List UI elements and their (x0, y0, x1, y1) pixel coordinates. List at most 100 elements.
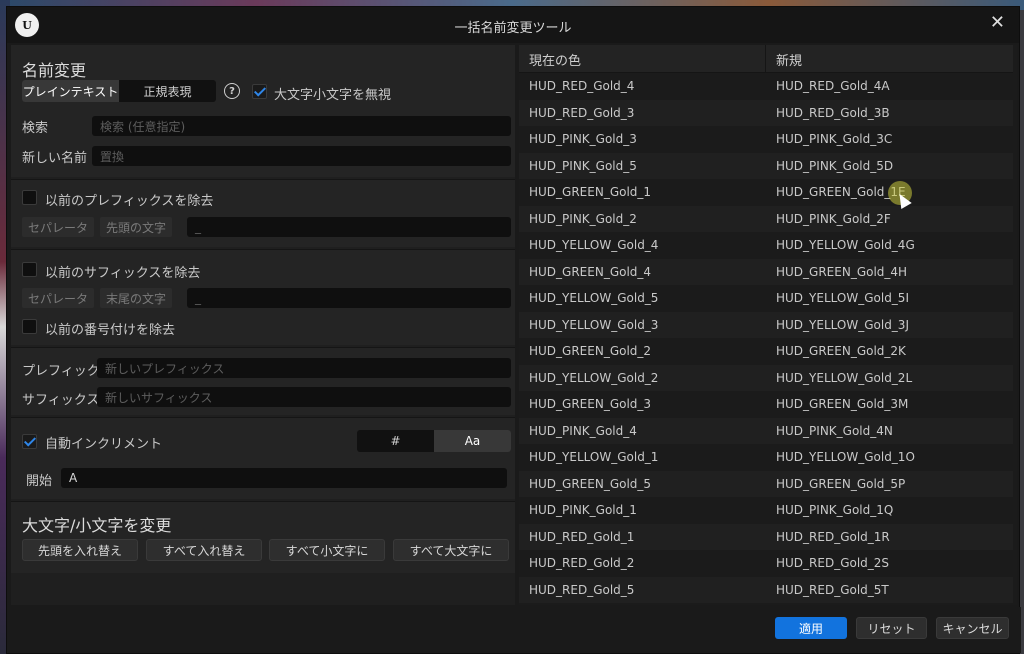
current-name-cell: HUD_GREEN_Gold_2 (529, 344, 652, 359)
new-name-cell: HUD_YELLOW_Gold_2L (776, 370, 913, 385)
remove-prefix-label: 以前のプレフィックスを除去 (45, 194, 214, 209)
search-label: 検索 (22, 121, 49, 136)
table-row[interactable]: HUD_PINK_Gold_3 HUD_PINK_Gold_3C (519, 126, 1013, 153)
new-name-cell: HUD_PINK_Gold_5D (776, 158, 894, 173)
column-current[interactable]: 現在の色 (519, 45, 766, 73)
current-name-cell: HUD_PINK_Gold_4 (529, 423, 637, 438)
prefix-input[interactable]: 新しいプレフィックス (97, 358, 511, 378)
table-row[interactable]: HUD_RED_Gold_4 HUD_RED_Gold_4A (519, 73, 1013, 100)
mode-alpha[interactable]: Aa (434, 430, 511, 452)
table-row[interactable]: HUD_PINK_Gold_1 HUD_PINK_Gold_1Q (519, 497, 1013, 524)
dialog-footer: 適用 リセット キャンセル (7, 607, 1021, 653)
new-name-cell: HUD_RED_Gold_1R (776, 529, 890, 544)
table-row[interactable]: HUD_PINK_Gold_5 HUD_PINK_Gold_5D (519, 152, 1013, 179)
suffix-input[interactable]: 新しいサフィックス (97, 387, 511, 407)
ignore-case-label: 大文字小文字を無視 (274, 88, 392, 103)
table-row[interactable]: HUD_PINK_Gold_2 HUD_PINK_Gold_2F (519, 205, 1013, 232)
increment-section: 自動インクリメント # Aa 開始 A (11, 417, 515, 499)
uppercase-button[interactable]: すべて大文字に (393, 539, 509, 561)
new-name-label: 新しい名前 (22, 151, 88, 166)
new-name-cell: HUD_RED_Gold_4A (776, 79, 890, 94)
table-row[interactable]: HUD_YELLOW_Gold_1 HUD_YELLOW_Gold_1O (519, 444, 1013, 471)
prefix-position-tag[interactable]: 先頭の文字 (100, 217, 173, 237)
table-row[interactable]: HUD_YELLOW_Gold_2 HUD_YELLOW_Gold_2L (519, 364, 1013, 391)
apply-button[interactable]: 適用 (775, 617, 847, 639)
new-name-cell: HUD_GREEN_Gold_3M (776, 397, 909, 412)
mode-regex[interactable]: 正規表現 (119, 80, 216, 102)
search-input[interactable]: 検索 (任意指定) (92, 116, 511, 136)
current-name-cell: HUD_GREEN_Gold_5 (529, 476, 652, 491)
current-name-cell: HUD_YELLOW_Gold_4 (529, 238, 659, 253)
table-row[interactable]: HUD_PINK_Gold_4 HUD_PINK_Gold_4N (519, 417, 1013, 444)
start-label: 開始 (26, 474, 53, 489)
new-name-cell: HUD_PINK_Gold_3C (776, 132, 893, 147)
new-name-cell: HUD_GREEN_Gold_4H (776, 264, 908, 279)
suffix-remove-section: 以前のサフィックスを除去 セパレータ 末尾の文字 _ 以前の番号付けを除去 (11, 249, 515, 345)
table-row[interactable]: HUD_RED_Gold_5 HUD_RED_Gold_5T (519, 576, 1013, 603)
preview-table-header: 現在の色 新規 (519, 45, 1013, 73)
case-title: 大文字/小文字を変更 (22, 516, 172, 535)
current-name-cell: HUD_RED_Gold_1 (529, 529, 635, 544)
window-title: 一括名前変更ツール (454, 21, 572, 36)
suffix-label: サフィックス (22, 393, 100, 408)
table-row[interactable]: HUD_RED_Gold_2 HUD_RED_Gold_2S (519, 550, 1013, 577)
new-name-cell: HUD_PINK_Gold_2F (776, 211, 891, 226)
close-icon[interactable]: ✕ (990, 12, 1005, 33)
new-name-cell: HUD_YELLOW_Gold_4G (776, 238, 915, 253)
new-name-cell: HUD_RED_Gold_3B (776, 105, 890, 120)
swap-case-button[interactable]: すべて入れ替え (146, 539, 262, 561)
table-row[interactable]: HUD_GREEN_Gold_3 HUD_GREEN_Gold_3M (519, 391, 1013, 418)
remove-suffix-label: 以前のサフィックスを除去 (45, 266, 201, 281)
current-name-cell: HUD_YELLOW_Gold_2 (529, 370, 659, 385)
capitalize-button[interactable]: 先頭を入れ替え (22, 539, 138, 561)
table-row[interactable]: HUD_RED_Gold_1 HUD_RED_Gold_1R (519, 523, 1013, 550)
table-row[interactable]: HUD_YELLOW_Gold_3 HUD_YELLOW_Gold_3J (519, 311, 1013, 338)
suffix-separator-input[interactable]: _ (187, 288, 511, 308)
new-name-cell: HUD_PINK_Gold_4N (776, 423, 893, 438)
new-name-cell: HUD_GREEN_Gold_2K (776, 344, 906, 359)
table-row[interactable]: HUD_GREEN_Gold_1 HUD_GREEN_Gold_1E (519, 179, 1013, 206)
current-name-cell: HUD_PINK_Gold_2 (529, 211, 637, 226)
lowercase-button[interactable]: すべて小文字に (269, 539, 385, 561)
prefix-label: プレフィック. (22, 364, 104, 379)
new-name-cell: HUD_YELLOW_Gold_1O (776, 450, 915, 465)
table-row[interactable]: HUD_RED_Gold_3 HUD_RED_Gold_3B (519, 99, 1013, 126)
affix-section: プレフィック. 新しいプレフィックス サフィックス 新しいサフィックス (11, 347, 515, 415)
remove-numbering-checkbox[interactable] (22, 319, 37, 334)
new-name-cell: HUD_PINK_Gold_1Q (776, 503, 894, 518)
mode-plain-text[interactable]: プレインテキスト (22, 80, 119, 102)
search-mode-toggle: プレインテキスト 正規表現 (22, 80, 216, 102)
new-name-input[interactable]: 置換 (92, 146, 511, 166)
mode-numeric[interactable]: # (357, 430, 434, 452)
help-icon[interactable]: ? (224, 83, 240, 99)
current-name-cell: HUD_YELLOW_Gold_3 (529, 317, 659, 332)
current-name-cell: HUD_RED_Gold_2 (529, 556, 635, 571)
prefix-separator-input[interactable]: _ (187, 217, 511, 237)
suffix-separator-tag[interactable]: セパレータ (22, 288, 95, 308)
suffix-position-tag[interactable]: 末尾の文字 (100, 288, 173, 308)
start-input[interactable]: A (61, 468, 507, 488)
cancel-button[interactable]: キャンセル (936, 617, 1009, 639)
options-panel: 名前変更 プレインテキスト 正規表現 ? 大文字小文字を無視 検索 検索 (任意… (11, 45, 515, 605)
remove-prefix-checkbox[interactable] (22, 190, 37, 205)
current-name-cell: HUD_RED_Gold_3 (529, 105, 635, 120)
table-row[interactable]: HUD_GREEN_Gold_4 HUD_GREEN_Gold_4H (519, 258, 1013, 285)
reset-button[interactable]: リセット (856, 617, 927, 639)
current-name-cell: HUD_GREEN_Gold_3 (529, 397, 652, 412)
table-row[interactable]: HUD_YELLOW_Gold_5 HUD_YELLOW_Gold_5I (519, 285, 1013, 312)
remove-numbering-label: 以前の番号付けを除去 (45, 323, 176, 338)
table-row[interactable]: HUD_YELLOW_Gold_4 HUD_YELLOW_Gold_4G (519, 232, 1013, 259)
bulk-rename-dialog: U 一括名前変更ツール ✕ 名前変更 プレインテキスト 正規表現 ? 大文字小文… (6, 6, 1021, 654)
current-name-cell: HUD_YELLOW_Gold_1 (529, 450, 659, 465)
case-section: 大文字/小文字を変更 先頭を入れ替え すべて入れ替え すべて小文字に すべて大文… (11, 501, 515, 573)
new-name-cell: HUD_GREEN_Gold_1E (776, 185, 906, 200)
increment-mode-toggle: # Aa (357, 430, 511, 452)
table-row[interactable]: HUD_GREEN_Gold_5 HUD_GREEN_Gold_5P (519, 470, 1013, 497)
column-new[interactable]: 新規 (766, 45, 802, 73)
remove-suffix-checkbox[interactable] (22, 262, 37, 277)
new-name-cell: HUD_YELLOW_Gold_5I (776, 291, 909, 306)
new-name-cell: HUD_YELLOW_Gold_3J (776, 317, 909, 332)
table-row[interactable]: HUD_GREEN_Gold_2 HUD_GREEN_Gold_2K (519, 338, 1013, 365)
prefix-separator-tag[interactable]: セパレータ (22, 217, 95, 237)
ignore-case-checkbox[interactable] (252, 84, 267, 99)
